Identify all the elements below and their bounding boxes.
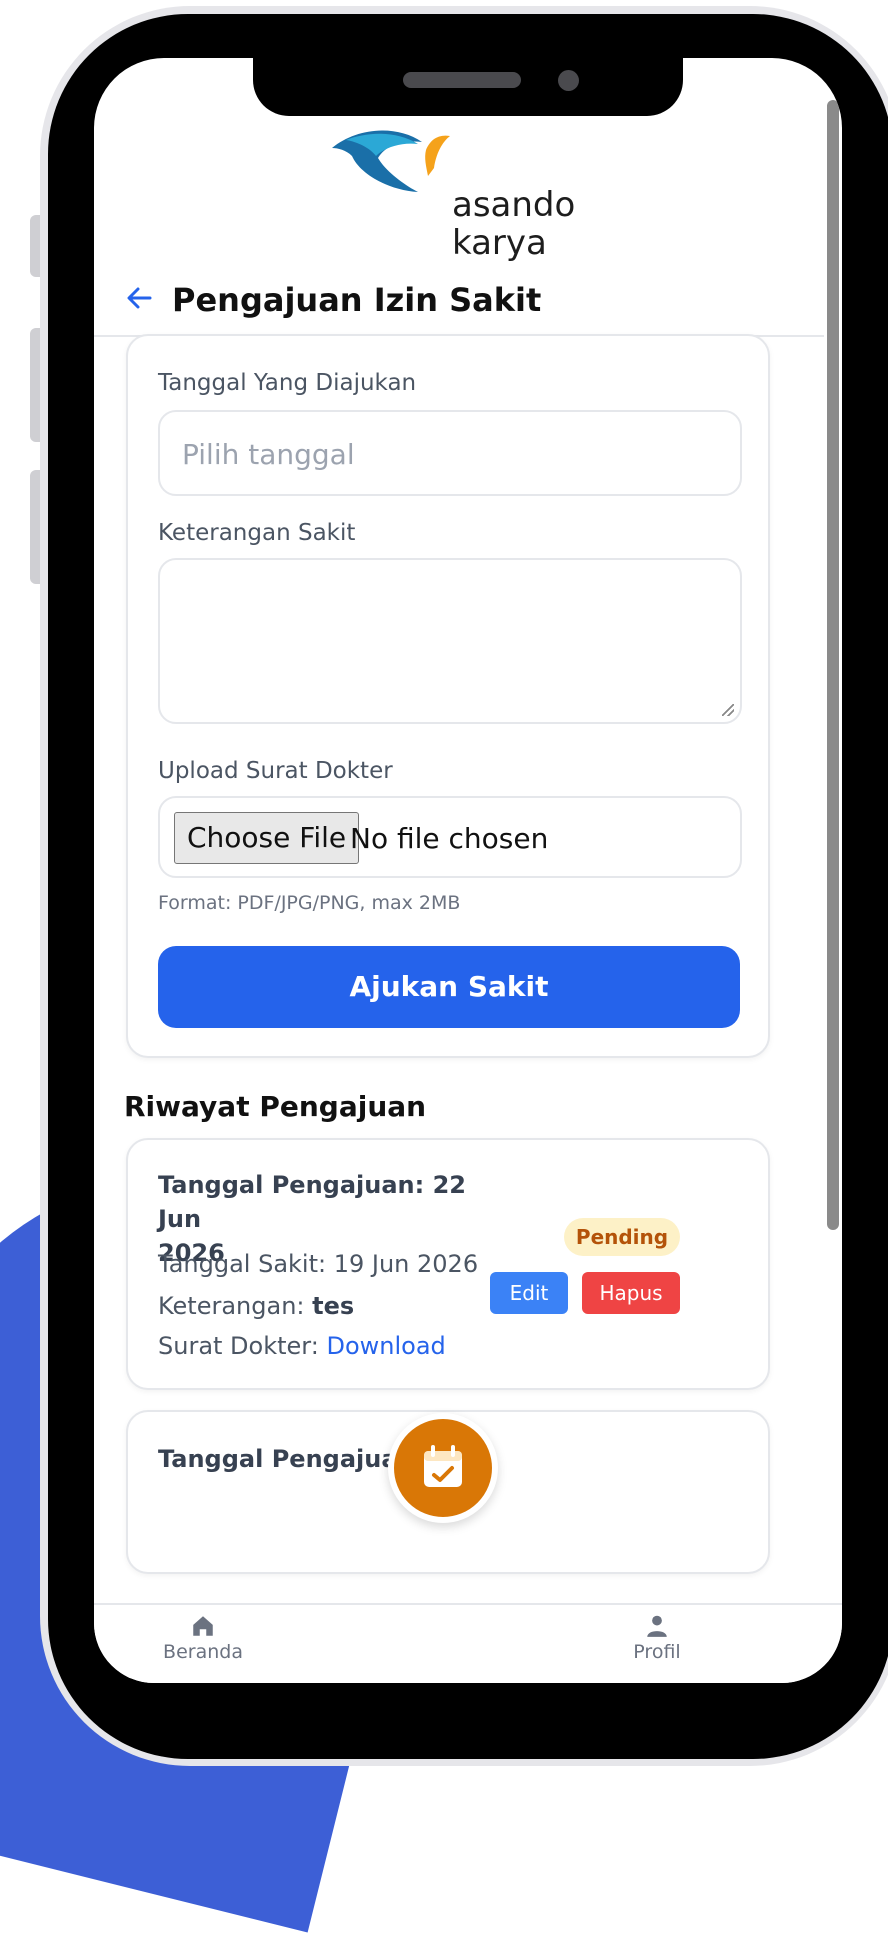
- doctor-letter-row: Surat Dokter: Download: [158, 1332, 446, 1360]
- sick-leave-fab[interactable]: [388, 1413, 498, 1523]
- file-status: No file chosen: [350, 822, 549, 855]
- reason-row: Keterangan: tes: [158, 1292, 354, 1320]
- calendar-check-icon: [424, 1445, 462, 1487]
- brand-logo: asando karya: [326, 110, 586, 262]
- brand-name-line1: asando: [452, 185, 576, 225]
- delete-button[interactable]: Hapus: [582, 1272, 680, 1314]
- sick-date: Tanggal Sakit: 19 Jun 2026: [158, 1250, 479, 1278]
- front-camera: [558, 70, 579, 91]
- edit-button[interactable]: Edit: [490, 1272, 568, 1314]
- nav-home[interactable]: Beranda: [158, 1613, 248, 1663]
- reason-row-value: tes: [312, 1292, 355, 1320]
- date-label: Tanggal Yang Diajukan: [158, 370, 417, 396]
- upload-hint: Format: PDF/JPG/PNG, max 2MB: [158, 892, 461, 914]
- reason-row-label: Keterangan:: [158, 1292, 313, 1320]
- history-item: Tanggal Pengajuan: 22 Jun 2026 Tanggal S…: [126, 1138, 770, 1390]
- choose-file-button[interactable]: Choose File: [174, 812, 360, 864]
- nav-profile[interactable]: Profil: [622, 1613, 692, 1663]
- speaker-grille: [403, 72, 521, 88]
- status-badge: Pending: [564, 1218, 680, 1256]
- phone-notch: [253, 58, 683, 116]
- submit-sick-button[interactable]: Ajukan Sakit: [158, 946, 740, 1028]
- download-link[interactable]: Download: [326, 1332, 445, 1360]
- date-input[interactable]: Pilih tanggal: [158, 410, 742, 496]
- app-screen: asando karya Pengajuan Izin Sakit Tangga…: [94, 58, 842, 1683]
- reason-textarea[interactable]: [158, 558, 742, 724]
- scrollbar[interactable]: [824, 70, 842, 1570]
- home-icon: [193, 1616, 213, 1636]
- resize-handle-icon[interactable]: [722, 704, 734, 716]
- page-header: Pengajuan Izin Sakit: [94, 263, 824, 337]
- brand-name-line2: karya: [452, 223, 547, 263]
- arrow-left-icon[interactable]: [124, 283, 154, 321]
- brand-logo-mark: [332, 130, 450, 192]
- bottom-navigation: Beranda Profil: [94, 1603, 842, 1683]
- scroll-thumb[interactable]: [827, 100, 839, 1230]
- nav-profile-label: Profil: [633, 1641, 681, 1663]
- history-title: Riwayat Pengajuan: [124, 1090, 427, 1123]
- date-placeholder: Pilih tanggal: [182, 438, 355, 471]
- user-icon: [647, 1615, 667, 1637]
- scroll-up-arrow-icon[interactable]: [827, 70, 839, 80]
- nav-home-label: Beranda: [163, 1641, 243, 1663]
- doctor-letter-label: Surat Dokter:: [158, 1332, 327, 1360]
- file-upload-field[interactable]: Choose File No file chosen: [158, 796, 742, 878]
- page-title: Pengajuan Izin Sakit: [172, 281, 542, 319]
- upload-label: Upload Surat Dokter: [158, 758, 393, 784]
- brand-logo-text: asando karya: [452, 186, 575, 262]
- submission-date-line1: Tanggal Pengajuan: 22 Jun: [158, 1171, 466, 1233]
- reason-label: Keterangan Sakit: [158, 520, 356, 546]
- sick-leave-form-card: Tanggal Yang Diajukan Pilih tanggal Kete…: [126, 334, 770, 1058]
